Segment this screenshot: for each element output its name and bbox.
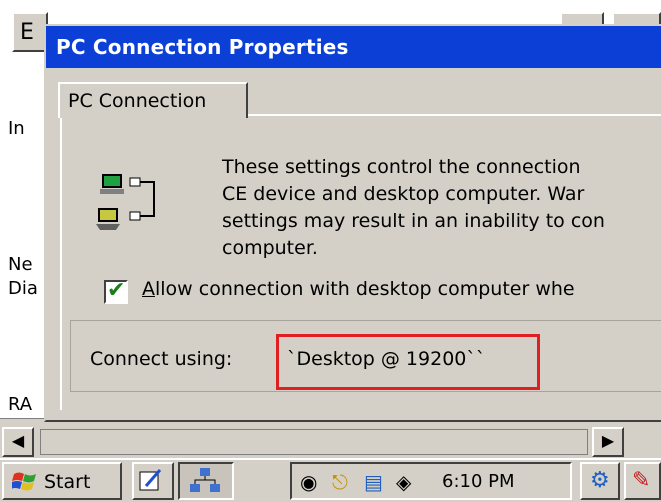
app-icon	[139, 469, 162, 491]
windows-flag-icon	[12, 472, 36, 491]
checkmark-icon: ✔	[107, 278, 126, 303]
background-text: Dia	[8, 278, 38, 299]
dialog-title: PC Connection Properties	[56, 35, 349, 59]
connect-using-value: `Desktop @ 19200``	[287, 348, 486, 370]
background-menu-letter: E	[20, 20, 34, 45]
tab-label: PC Connection	[68, 90, 207, 112]
background-text: RA	[8, 394, 33, 415]
dialog-titlebar[interactable]: PC Connection Properties	[46, 26, 661, 68]
connect-using-dropdown[interactable]: `Desktop @ 19200``	[276, 334, 540, 390]
taskbar-app-button[interactable]	[132, 462, 174, 500]
clock[interactable]: 6:10 PM	[442, 471, 515, 492]
connection-description: These settings control the connection CE…	[222, 156, 605, 259]
pc-connection-dialog: PC Connection Properties PC Connection T…	[44, 24, 661, 422]
start-label: Start	[44, 471, 91, 493]
tab-pc-connection[interactable]: PC Connection	[58, 82, 248, 118]
taskbar: Start ◉ ⎋ ▤ ◈ 6:10 PM ⚙ ✎	[0, 458, 661, 502]
scrollbar-track[interactable]	[40, 429, 588, 455]
allow-connection-label[interactable]: Allow connection with desktop computer w…	[142, 278, 575, 300]
taskbar-input-button[interactable]: ✎	[624, 462, 661, 500]
settings-icon: ⚙	[590, 468, 610, 493]
tray-status-icon[interactable]: ◉	[300, 470, 317, 494]
security-icon[interactable]: ◈	[396, 470, 411, 494]
network-icon	[190, 468, 220, 492]
pen-icon: ✎	[632, 468, 651, 493]
start-button[interactable]: Start	[2, 462, 122, 500]
chevron-left-icon: ◀	[11, 431, 25, 450]
scroll-left-button[interactable]: ◀	[2, 427, 34, 457]
background-text: Ne	[8, 254, 33, 275]
allow-connection-text: llow connection with desktop computer wh…	[155, 278, 575, 300]
taskbar-network-app-button[interactable]	[178, 462, 234, 500]
background-menu-button[interactable]: E	[12, 12, 48, 52]
chevron-right-icon: ▶	[601, 431, 615, 450]
background-text: In	[8, 118, 25, 139]
system-tray: ◉ ⎋ ▤ ◈ 6:10 PM	[290, 462, 572, 500]
allow-connection-checkbox[interactable]: ✔	[104, 278, 128, 304]
scroll-right-button[interactable]: ▶	[592, 427, 624, 457]
usb-icon[interactable]: ⎋	[332, 470, 348, 494]
taskbar-settings-button[interactable]: ⚙	[580, 462, 620, 500]
horizontal-scrollbar[interactable]: ◀ ▶	[0, 418, 661, 459]
connect-using-label: Connect using:	[90, 348, 233, 370]
pc-connection-icon	[96, 174, 155, 230]
network-connection-icon[interactable]: ▤	[364, 470, 383, 494]
accelerator-letter: A	[142, 278, 155, 300]
